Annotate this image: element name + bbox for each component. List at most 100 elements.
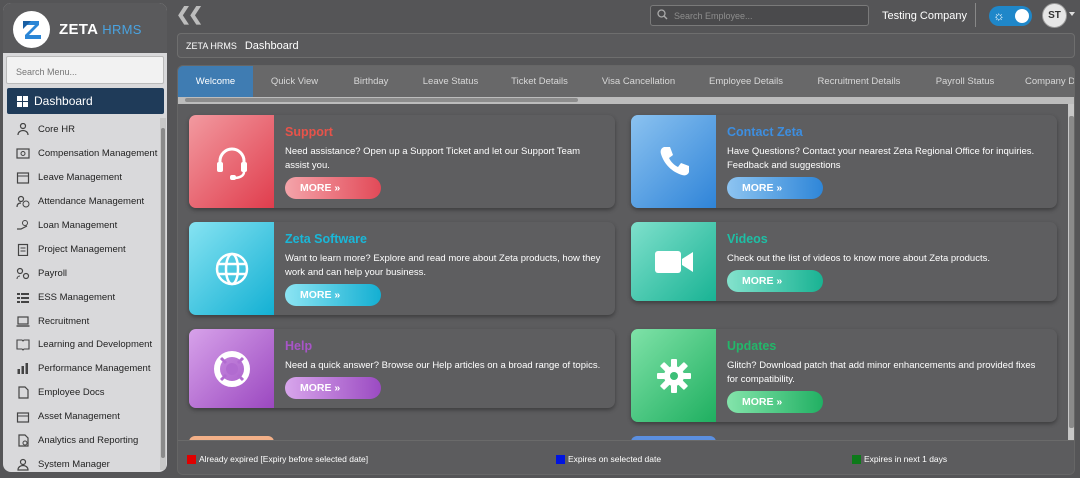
- sidebar-item-asset[interactable]: Asset Management: [3, 405, 159, 429]
- sidebar-item-system-manager[interactable]: System Manager: [3, 452, 159, 472]
- employee-search-input[interactable]: Search Employee...: [650, 5, 869, 26]
- software-more-button[interactable]: MORE »: [285, 284, 381, 306]
- search-icon: [657, 9, 668, 22]
- tabs-scrollbar[interactable]: [178, 97, 1074, 104]
- sidebar-item-label: System Manager: [38, 458, 110, 470]
- clipboard-icon: [15, 243, 30, 256]
- tab-employee-details[interactable]: Employee Details: [693, 66, 799, 97]
- chart-icon: [15, 362, 30, 375]
- sidebar-item-label: Leave Management: [38, 172, 122, 184]
- report-icon: [15, 434, 30, 447]
- expiry-legend: Already expired [Expiry before selected …: [178, 440, 1074, 474]
- sidebar-item-payroll[interactable]: Payroll: [3, 261, 159, 285]
- payroll-icon: [15, 267, 30, 280]
- card-support: Support Need assistance? Open up a Suppo…: [189, 115, 615, 208]
- search-placeholder: Search Employee...: [674, 10, 753, 21]
- tab-ticket-details[interactable]: Ticket Details: [495, 66, 584, 97]
- sidebar-item-label: Compensation Management: [38, 148, 158, 160]
- sidebar-item-learning[interactable]: Learning and Development: [3, 333, 159, 357]
- card-videos: Videos Check out the list of videos to k…: [631, 222, 1057, 301]
- sidebar-item-ess[interactable]: ESS Management: [3, 285, 159, 309]
- support-more-button[interactable]: MORE »: [285, 177, 381, 199]
- double-chevron-right-icon: »: [334, 382, 341, 394]
- sidebar-item-label: Learning and Development: [38, 339, 153, 351]
- tab-bar: Welcome Quick View Birthday Leave Status…: [178, 66, 1074, 97]
- sidebar-menu: Core HR Compensation Management Leave Ma…: [3, 118, 159, 472]
- sidebar-item-performance[interactable]: Performance Management: [3, 357, 159, 381]
- user-clock-icon: [15, 195, 30, 208]
- legend-item-expired: Already expired [Expiry before selected …: [187, 454, 368, 464]
- card-title: Videos: [727, 232, 768, 246]
- tab-leave-status[interactable]: Leave Status: [406, 66, 495, 97]
- book-icon: [15, 338, 30, 352]
- logo[interactable]: ZETA HRMS: [13, 11, 142, 48]
- sidebar-item-label: Core HR: [38, 124, 75, 136]
- card-body: Videos Check out the list of videos to k…: [727, 232, 1043, 266]
- chevron-down-icon[interactable]: [1069, 12, 1075, 16]
- button-label: MORE: [300, 182, 332, 194]
- gear-icon: [631, 329, 716, 422]
- tab-welcome[interactable]: Welcome: [178, 66, 253, 97]
- sidebar-item-compensation[interactable]: Compensation Management: [3, 142, 159, 166]
- content-scrollbar[interactable]: [1068, 104, 1074, 440]
- sidebar-item-employee-docs[interactable]: Employee Docs: [3, 381, 159, 405]
- laptop-icon: [15, 315, 30, 328]
- legend-swatch: [556, 454, 565, 464]
- card-help: Help Need a quick answer? Browse our Hel…: [189, 329, 615, 408]
- breadcrumb-current: Dashboard: [244, 39, 299, 52]
- sidebar-item-analytics[interactable]: Analytics and Reporting: [3, 429, 159, 453]
- sidebar-item-label: Employee Docs: [38, 387, 105, 399]
- card-title: Support: [285, 125, 333, 139]
- button-label: MORE: [742, 182, 774, 194]
- brand-sub-text: HRMS: [102, 22, 142, 37]
- tab-recruitment-details[interactable]: Recruitment Details: [799, 66, 919, 97]
- help-more-button[interactable]: MORE »: [285, 377, 381, 399]
- app-root: ZETA HRMS Search Menu... Dashboard Core H…: [0, 0, 1080, 478]
- sidebar-item-recruitment[interactable]: Recruitment: [3, 309, 159, 333]
- phone-icon: [631, 115, 716, 208]
- sidebar-item-label: Recruitment: [38, 315, 90, 327]
- card-title: Help: [285, 339, 313, 353]
- tab-payroll-status[interactable]: Payroll Status: [919, 66, 1011, 97]
- sidebar-item-core-hr[interactable]: Core HR: [3, 118, 159, 142]
- content-scrollbar-thumb[interactable]: [1069, 116, 1074, 428]
- dashboard-panel: Welcome Quick View Birthday Leave Status…: [177, 65, 1075, 475]
- legend-swatch: [852, 454, 861, 464]
- money-icon: [15, 147, 30, 160]
- sidebar-item-project[interactable]: Project Management: [3, 237, 159, 261]
- sidebar-item-label: Payroll: [38, 267, 68, 279]
- zeta-logo-icon: [13, 11, 50, 48]
- tab-quick-view[interactable]: Quick View: [253, 66, 336, 97]
- breadcrumb-root[interactable]: ZETA HRMS: [186, 41, 237, 51]
- tab-visa-cancellation[interactable]: Visa Cancellation: [584, 66, 693, 97]
- button-label: MORE: [300, 382, 332, 394]
- card-body: Contact Zeta Have Questions? Contact you…: [727, 125, 1043, 173]
- sidebar-item-attendance[interactable]: Attendance Management: [3, 190, 159, 214]
- card-body: Updates Glitch? Download patch that add …: [727, 339, 1043, 387]
- sidebar-scrollbar-thumb[interactable]: [161, 128, 165, 458]
- toggle-knob: [1015, 9, 1029, 23]
- card-updates: Updates Glitch? Download patch that add …: [631, 329, 1057, 422]
- collapse-sidebar-icon[interactable]: ❮❮: [176, 4, 203, 25]
- theme-toggle[interactable]: ☼: [989, 6, 1032, 26]
- admin-icon: [15, 458, 30, 471]
- avatar[interactable]: ST: [1042, 3, 1067, 28]
- globe-icon: [189, 222, 274, 315]
- sidebar-item-loan[interactable]: Loan Management: [3, 214, 159, 238]
- company-name[interactable]: Testing Company: [882, 10, 967, 22]
- updates-more-button[interactable]: MORE »: [727, 391, 823, 413]
- tab-company-documents[interactable]: Company Documents: [1011, 66, 1074, 97]
- sidebar-item-dashboard[interactable]: Dashboard: [7, 88, 164, 114]
- search-menu-input[interactable]: Search Menu...: [6, 56, 164, 84]
- video-icon: [631, 222, 716, 301]
- videos-more-button[interactable]: MORE »: [727, 270, 823, 292]
- tab-birthday[interactable]: Birthday: [336, 66, 406, 97]
- tabs-scrollbar-thumb[interactable]: [185, 98, 578, 102]
- card-description: Check out the list of videos to know mor…: [727, 253, 990, 264]
- sidebar-item-leave[interactable]: Leave Management: [3, 166, 159, 190]
- contact-more-button[interactable]: MORE »: [727, 177, 823, 199]
- brand-name: ZETA HRMS: [59, 21, 142, 38]
- card-description: Have Questions? Contact your nearest Zet…: [727, 146, 1035, 171]
- button-label: MORE: [300, 289, 332, 301]
- double-chevron-right-icon: »: [776, 275, 783, 287]
